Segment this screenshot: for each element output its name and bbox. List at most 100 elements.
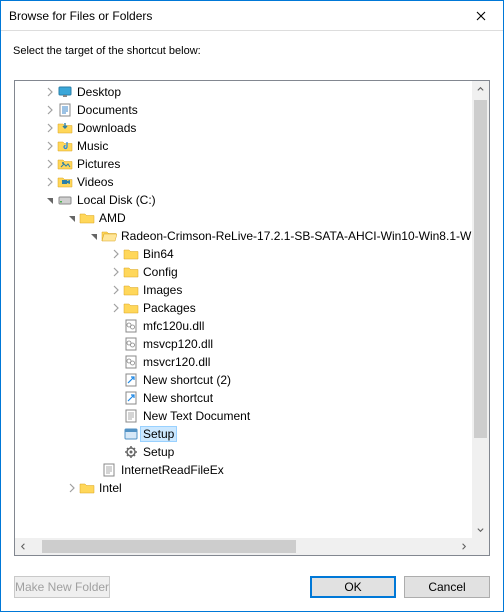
downloads-icon: [57, 120, 73, 136]
cancel-button[interactable]: Cancel: [404, 576, 490, 598]
chevron-right-icon[interactable]: [43, 139, 57, 153]
tree-item[interactable]: New shortcut (2): [15, 371, 472, 389]
chevron-right-icon[interactable]: [65, 481, 79, 495]
scroll-down-icon[interactable]: [472, 521, 489, 538]
scroll-up-icon[interactable]: [472, 81, 489, 98]
footer: Make New Folder OK Cancel: [0, 562, 504, 612]
exe-icon: [123, 426, 139, 442]
tree-item[interactable]: msvcp120.dll: [15, 335, 472, 353]
tree-item[interactable]: New shortcut: [15, 389, 472, 407]
tree-item-label: Downloads: [77, 121, 136, 135]
chevron-right-icon[interactable]: [109, 265, 123, 279]
chevron-right-icon[interactable]: [43, 103, 57, 117]
folder-icon: [123, 246, 139, 262]
tree-item[interactable]: Pictures: [15, 155, 472, 173]
tree-item-label: Music: [77, 139, 108, 153]
tree-item[interactable]: Setup: [15, 425, 472, 443]
tree-item[interactable]: AMD: [15, 209, 472, 227]
chevron-down-icon[interactable]: [43, 193, 57, 207]
tree-item[interactable]: Desktop: [15, 83, 472, 101]
chevron-spacer: [109, 409, 123, 423]
folder-icon: [79, 480, 95, 496]
close-button[interactable]: [458, 1, 503, 30]
tree-item[interactable]: Videos: [15, 173, 472, 191]
scrollbar-thumb[interactable]: [474, 100, 487, 438]
tree-item[interactable]: Radeon-Crimson-ReLive-17.2.1-SB-SATA-AHC…: [15, 227, 472, 245]
chevron-down-icon[interactable]: [87, 229, 101, 243]
chevron-spacer: [109, 391, 123, 405]
tree-item[interactable]: Images: [15, 281, 472, 299]
text-icon: [101, 462, 117, 478]
tree-item[interactable]: Downloads: [15, 119, 472, 137]
dll-icon: [123, 336, 139, 352]
tree-item-label: Documents: [77, 103, 138, 117]
ok-button[interactable]: OK: [310, 576, 396, 598]
tree-item[interactable]: msvcr120.dll: [15, 353, 472, 371]
shortcut-icon: [123, 390, 139, 406]
dll-icon: [123, 354, 139, 370]
tree-item[interactable]: New Text Document: [15, 407, 472, 425]
tree-item[interactable]: Documents: [15, 101, 472, 119]
tree-item[interactable]: Bin64: [15, 245, 472, 263]
pictures-icon: [57, 156, 73, 172]
scrollbar-thumb[interactable]: [42, 540, 296, 553]
folder-open-icon: [101, 228, 117, 244]
chevron-down-icon[interactable]: [65, 211, 79, 225]
tree-item[interactable]: Packages: [15, 299, 472, 317]
tree-item[interactable]: Setup: [15, 443, 472, 461]
titlebar: Browse for Files or Folders: [1, 1, 503, 31]
shortcut-icon: [123, 372, 139, 388]
tree-item-label: Desktop: [77, 85, 121, 99]
tree-item-label: Config: [143, 265, 178, 279]
chevron-right-icon[interactable]: [109, 283, 123, 297]
folder-icon: [79, 210, 95, 226]
tree-item[interactable]: mfc120u.dll: [15, 317, 472, 335]
tree-item-label: Local Disk (C:): [77, 193, 156, 207]
chevron-right-icon[interactable]: [43, 85, 57, 99]
chevron-right-icon[interactable]: [109, 247, 123, 261]
chevron-spacer: [109, 427, 123, 441]
tree-item-label: msvcr120.dll: [143, 355, 210, 369]
tree-item-label: Packages: [143, 301, 196, 315]
tree-item-label: Pictures: [77, 157, 120, 171]
chevron-right-icon[interactable]: [43, 157, 57, 171]
chevron-right-icon[interactable]: [43, 121, 57, 135]
tree-item-label: New shortcut (2): [143, 373, 231, 387]
music-icon: [57, 138, 73, 154]
chevron-right-icon[interactable]: [43, 175, 57, 189]
scroll-right-icon[interactable]: [455, 538, 472, 555]
folder-icon: [123, 282, 139, 298]
tree-item-label: msvcp120.dll: [143, 337, 213, 351]
window-title: Browse for Files or Folders: [9, 9, 458, 23]
gear-icon: [123, 444, 139, 460]
tree-item-label: Videos: [77, 175, 113, 189]
chevron-spacer: [109, 445, 123, 459]
tree-item-label: New Text Document: [143, 409, 250, 423]
chevron-spacer: [109, 373, 123, 387]
horizontal-scrollbar[interactable]: [15, 538, 472, 555]
dll-icon: [123, 318, 139, 334]
chevron-spacer: [109, 337, 123, 351]
tree-item[interactable]: Intel: [15, 479, 472, 497]
vertical-scrollbar[interactable]: [472, 81, 489, 538]
tree-item-label: Radeon-Crimson-ReLive-17.2.1-SB-SATA-AHC…: [121, 229, 472, 243]
tree-item[interactable]: Local Disk (C:): [15, 191, 472, 209]
tree-item-label: Intel: [99, 481, 122, 495]
tree-item-label: Images: [143, 283, 182, 297]
tree-item-label: Setup: [143, 445, 174, 459]
tree-container: Desktop Documents Downloads Music Pictures Vi…: [14, 80, 490, 556]
doc-folder-icon: [57, 102, 73, 118]
tree-item[interactable]: InternetReadFileEx: [15, 461, 472, 479]
tree-item[interactable]: Config: [15, 263, 472, 281]
chevron-spacer: [87, 463, 101, 477]
chevron-right-icon[interactable]: [109, 301, 123, 315]
tree-item[interactable]: Music: [15, 137, 472, 155]
tree-item-label: InternetReadFileEx: [121, 463, 224, 477]
scrollbar-corner: [472, 538, 489, 555]
tree-view[interactable]: Desktop Documents Downloads Music Pictures Vi…: [15, 81, 472, 499]
tree-item-label: Setup: [140, 426, 177, 442]
tree-item-label: Bin64: [143, 247, 174, 261]
text-icon: [123, 408, 139, 424]
scroll-left-icon[interactable]: [15, 538, 32, 555]
desktop-icon: [57, 84, 73, 100]
